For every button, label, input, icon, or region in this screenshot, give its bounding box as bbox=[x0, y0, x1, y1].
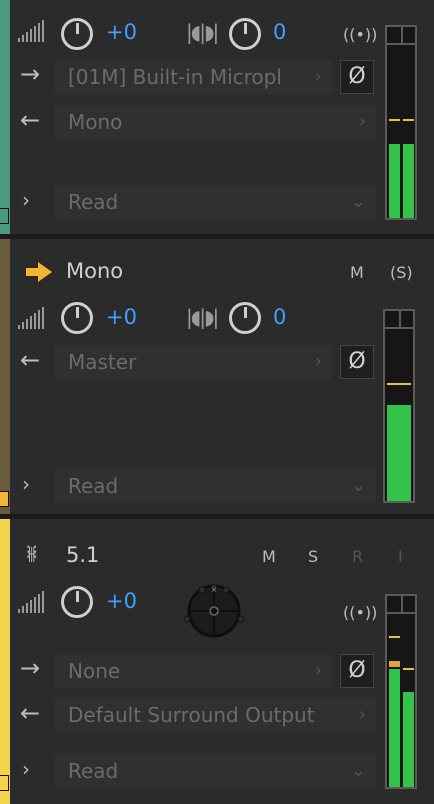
volume-value[interactable]: +0 bbox=[106, 20, 137, 44]
meter-fill-left bbox=[389, 669, 400, 787]
track-color-bar[interactable] bbox=[0, 0, 10, 234]
volume-knob[interactable] bbox=[61, 302, 93, 334]
mute-button[interactable]: M bbox=[262, 547, 276, 566]
stereo-width-icon: |◖|◗| bbox=[186, 20, 219, 44]
solo-button[interactable]: S bbox=[308, 547, 318, 566]
meter-fill bbox=[387, 405, 411, 501]
volume-knob[interactable] bbox=[61, 18, 93, 50]
output-select-value: Master bbox=[68, 350, 137, 374]
track-color-swatch[interactable] bbox=[0, 775, 9, 791]
volume-knob[interactable] bbox=[61, 586, 93, 618]
waveform-icon: ⫶⫵⫶ bbox=[26, 543, 37, 564]
track-color-bar[interactable] bbox=[0, 239, 10, 514]
level-meter bbox=[383, 309, 415, 503]
input-select[interactable]: None › bbox=[54, 654, 332, 688]
track-color-swatch[interactable] bbox=[0, 491, 9, 507]
input-select-value: [01M] Built-in Micropl bbox=[68, 65, 282, 89]
stereo-width-icon: |◖|◗| bbox=[186, 305, 219, 329]
track-name[interactable]: Mono bbox=[66, 259, 123, 283]
track-2: Mono M (S) +0 |◖|◗| 0 ← Master › Ø › Rea… bbox=[0, 239, 434, 514]
width-knob[interactable] bbox=[229, 302, 261, 334]
input-select-value: None bbox=[68, 659, 121, 683]
input-select[interactable]: [01M] Built-in Micropl › bbox=[54, 60, 332, 94]
chevron-right-icon: › bbox=[314, 660, 322, 681]
output-select[interactable]: Mono › bbox=[54, 105, 376, 139]
broadcast-icon[interactable]: ((•)) bbox=[343, 603, 377, 622]
disclosure-chevron-icon[interactable]: › bbox=[22, 757, 30, 781]
broadcast-icon[interactable]: ((•)) bbox=[343, 25, 377, 44]
chevron-right-icon: › bbox=[358, 111, 366, 132]
output-arrow-icon: ← bbox=[20, 346, 41, 374]
track-1: +0 |◖|◗| 0 ((•)) → [01M] Built-in Microp… bbox=[0, 0, 434, 234]
phase-invert-button[interactable]: Ø bbox=[340, 654, 374, 688]
width-value[interactable]: 0 bbox=[273, 20, 286, 44]
automation-mode-select[interactable]: Read ⌄ bbox=[54, 754, 376, 788]
disclosure-chevron-icon[interactable]: › bbox=[22, 188, 30, 212]
track-color-swatch[interactable] bbox=[0, 208, 9, 224]
automation-mode-select[interactable]: Read ⌄ bbox=[54, 469, 376, 503]
solo-button[interactable]: (S) bbox=[390, 263, 413, 282]
output-select-value: Mono bbox=[68, 110, 123, 134]
meter-fill-left bbox=[389, 144, 400, 218]
input-monitor-button[interactable]: I bbox=[398, 547, 403, 566]
output-arrow-icon: ← bbox=[20, 106, 41, 134]
automation-mode-select[interactable]: Read ⌄ bbox=[54, 185, 376, 219]
level-meter bbox=[385, 594, 417, 789]
track-name[interactable]: 5.1 bbox=[66, 543, 99, 567]
chevron-right-icon: › bbox=[314, 66, 322, 87]
chevron-right-icon: › bbox=[314, 351, 322, 372]
output-select[interactable]: Master › bbox=[54, 345, 332, 379]
volume-value[interactable]: +0 bbox=[106, 305, 137, 329]
chevron-down-icon: ⌄ bbox=[350, 191, 366, 212]
input-arrow-icon: → bbox=[20, 60, 41, 88]
meter-peak-left bbox=[389, 119, 400, 121]
volume-bars-icon bbox=[18, 20, 48, 42]
input-arrow-icon: → bbox=[20, 654, 41, 682]
meter-clip-indicator[interactable] bbox=[385, 311, 413, 329]
meter-peak bbox=[387, 383, 411, 385]
phase-invert-button[interactable]: Ø bbox=[340, 60, 374, 94]
automation-mode-value: Read bbox=[68, 190, 119, 214]
chevron-down-icon: ⌄ bbox=[350, 760, 366, 781]
volume-bars-icon bbox=[18, 591, 48, 613]
volume-value[interactable]: +0 bbox=[106, 589, 137, 613]
volume-bars-icon bbox=[18, 307, 48, 329]
meter-fill-right bbox=[403, 692, 414, 787]
chevron-down-icon: ⌄ bbox=[350, 475, 366, 496]
meter-peak-right bbox=[403, 119, 414, 121]
level-meter bbox=[385, 25, 417, 220]
meter-fill-right bbox=[403, 144, 414, 218]
output-select[interactable]: Default Surround Output › bbox=[54, 698, 376, 732]
automation-mode-value: Read bbox=[68, 759, 119, 783]
record-arm-button[interactable]: R bbox=[352, 547, 363, 566]
bus-arrow-icon bbox=[26, 262, 52, 282]
disclosure-chevron-icon[interactable]: › bbox=[22, 472, 30, 496]
meter-clip-indicator[interactable] bbox=[387, 596, 415, 614]
width-knob[interactable] bbox=[229, 18, 261, 50]
surround-panner[interactable]: × bbox=[182, 579, 248, 639]
output-arrow-icon: ← bbox=[20, 699, 41, 727]
automation-mode-value: Read bbox=[68, 474, 119, 498]
output-select-value: Default Surround Output bbox=[68, 703, 315, 727]
width-value[interactable]: 0 bbox=[273, 305, 286, 329]
track-3: ⫶⫵⫶ 5.1 M S R I +0 × ((•)) → None › Ø ← … bbox=[0, 519, 434, 804]
meter-peak-left bbox=[389, 636, 400, 638]
chevron-right-icon: › bbox=[358, 704, 366, 725]
meter-over-left bbox=[389, 661, 400, 667]
track-color-bar[interactable] bbox=[0, 519, 10, 804]
mute-button[interactable]: M bbox=[350, 263, 364, 282]
phase-invert-button[interactable]: Ø bbox=[340, 345, 374, 379]
meter-clip-indicator[interactable] bbox=[387, 27, 415, 45]
meter-peak-right bbox=[403, 668, 414, 670]
svg-text:×: × bbox=[211, 586, 217, 594]
